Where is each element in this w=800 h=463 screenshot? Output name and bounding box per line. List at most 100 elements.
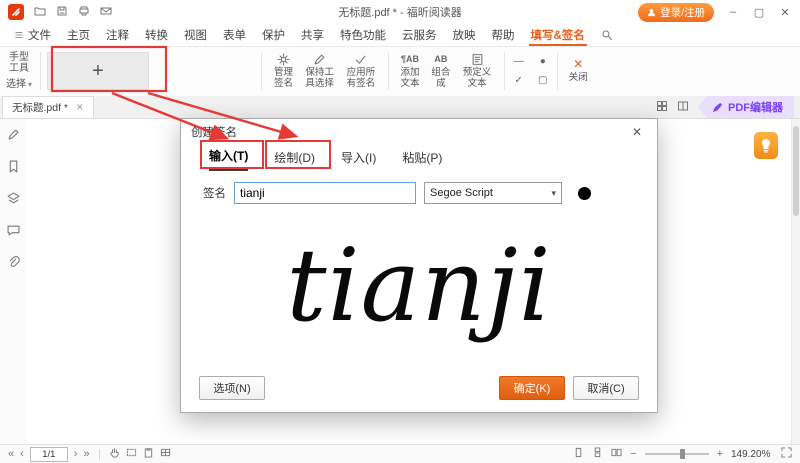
ribbon-divider bbox=[40, 52, 41, 90]
last-page-button[interactable]: » bbox=[83, 449, 89, 460]
menu-label: 转换 bbox=[145, 27, 168, 43]
dialog-title: 创建签名 bbox=[191, 124, 237, 140]
snapshot-tool-icon[interactable] bbox=[126, 447, 137, 461]
zoom-in-button[interactable]: + bbox=[717, 449, 723, 460]
chevron-down-icon: ▾ bbox=[28, 80, 32, 89]
search-icon[interactable] bbox=[593, 24, 621, 46]
zoom-slider[interactable] bbox=[645, 453, 709, 455]
tab-paste[interactable]: 粘贴(P) bbox=[402, 149, 442, 171]
pdf-editor-button[interactable]: PDF编辑器 bbox=[698, 96, 794, 118]
menu-tab-share[interactable]: 共享 bbox=[293, 24, 332, 46]
menu-label: 云服务 bbox=[402, 27, 437, 43]
attachment-panel-icon[interactable] bbox=[7, 256, 20, 272]
ribbon-divider bbox=[261, 52, 262, 90]
vertical-scrollbar[interactable] bbox=[791, 118, 800, 445]
ok-button[interactable]: 确定(K) bbox=[499, 376, 565, 400]
add-signature-button[interactable]: + bbox=[47, 52, 149, 90]
close-window-button[interactable]: ✕ bbox=[778, 6, 792, 19]
options-button[interactable]: 选项(N) bbox=[199, 376, 265, 400]
print-icon[interactable] bbox=[78, 5, 90, 20]
close-ribbon-button[interactable]: ✕ 关闭 bbox=[564, 56, 593, 86]
page-indicator[interactable]: 1/1 bbox=[30, 447, 68, 462]
menu-tab-form[interactable]: 表单 bbox=[215, 24, 254, 46]
first-page-button[interactable]: « bbox=[8, 449, 14, 460]
menu-tab-home[interactable]: 主页 bbox=[59, 24, 98, 46]
grid-tool-icon[interactable] bbox=[160, 447, 171, 461]
menu-label: 帮助 bbox=[492, 27, 515, 43]
two-page-view-icon[interactable] bbox=[611, 447, 622, 461]
predefined-text-label: 预定义文本 bbox=[461, 68, 492, 90]
cancel-button[interactable]: 取消(C) bbox=[573, 376, 639, 400]
stamp-check-button[interactable]: ✓ bbox=[515, 75, 523, 86]
select-tool-button[interactable]: 选择 ▾ bbox=[6, 79, 32, 91]
menu-tab-cloud[interactable]: 云服务 bbox=[394, 24, 445, 46]
predefined-text-button[interactable]: 预定义文本 bbox=[456, 51, 497, 92]
document-tab[interactable]: 无标题.pdf * ✕ bbox=[2, 96, 94, 118]
menu-tab-protect[interactable]: 保护 bbox=[254, 24, 293, 46]
menu-label: 填写&签名 bbox=[531, 27, 585, 43]
close-icon: ✕ bbox=[573, 58, 583, 71]
maximize-button[interactable]: ▢ bbox=[752, 6, 766, 19]
save-icon[interactable] bbox=[56, 5, 68, 20]
menu-tab-comment[interactable]: 注释 bbox=[98, 24, 137, 46]
comment-panel-icon[interactable] bbox=[7, 224, 20, 240]
signature-name-input[interactable] bbox=[234, 182, 416, 204]
split-view-icon[interactable] bbox=[677, 100, 689, 115]
menu-label: 保护 bbox=[262, 27, 285, 43]
menu-tab-convert[interactable]: 转换 bbox=[137, 24, 176, 46]
navigation-rail bbox=[0, 118, 27, 445]
stamp-line-button[interactable]: — bbox=[514, 56, 524, 67]
quick-access-toolbar bbox=[8, 4, 112, 20]
titlebar-right: 登录/注册 – ▢ ✕ bbox=[638, 3, 792, 22]
statusbar-right: − + 149.20% bbox=[573, 447, 792, 461]
tab-list-icon[interactable] bbox=[656, 100, 668, 115]
zoom-level[interactable]: 149.20% bbox=[731, 449, 773, 460]
dialog-tabs: 输入(T) 绘制(D) 导入(I) 粘贴(P) bbox=[181, 145, 657, 171]
stamp-rect-button[interactable]: ▢ bbox=[538, 75, 547, 86]
titlebar: 无标题.pdf * - 福昕阅读器 登录/注册 – ▢ ✕ bbox=[0, 0, 800, 25]
bookmark-panel-icon[interactable] bbox=[7, 160, 20, 176]
zoom-slider-thumb[interactable] bbox=[680, 449, 685, 459]
apply-all-signatures-button[interactable]: 应用所有签名 bbox=[340, 51, 381, 92]
tab-type[interactable]: 输入(T) bbox=[209, 147, 248, 171]
tab-close-icon[interactable]: ✕ bbox=[76, 102, 84, 113]
mail-icon[interactable] bbox=[100, 5, 112, 20]
single-page-view-icon[interactable] bbox=[573, 447, 584, 461]
layers-panel-icon[interactable] bbox=[7, 192, 20, 208]
signature-color-swatch[interactable] bbox=[578, 187, 591, 200]
open-folder-icon[interactable] bbox=[34, 5, 46, 20]
hand-tool-button[interactable]: 手型工具 bbox=[8, 52, 30, 75]
create-signature-dialog: 创建签名 ✕ 输入(T) 绘制(D) 导入(I) 粘贴(P) 签名 Segoe … bbox=[180, 118, 658, 413]
menu-tab-features[interactable]: 特色功能 bbox=[332, 24, 394, 46]
stamp-dot-button[interactable]: ● bbox=[540, 56, 546, 67]
assistant-lightbulb-button[interactable] bbox=[754, 132, 778, 159]
menu-tab-view[interactable]: 视图 bbox=[176, 24, 215, 46]
hand-tool-status-icon[interactable] bbox=[109, 447, 120, 461]
add-text-button[interactable]: ¶AB 添加文本 bbox=[395, 51, 426, 92]
continuous-view-icon[interactable] bbox=[592, 447, 603, 461]
menu-label: 放映 bbox=[453, 27, 476, 43]
fullscreen-icon[interactable] bbox=[781, 447, 792, 461]
manage-signature-button[interactable]: 管理签名 bbox=[268, 51, 299, 92]
tab-import[interactable]: 导入(I) bbox=[341, 149, 376, 171]
combine-button[interactable]: AB 组合成 bbox=[425, 51, 456, 92]
font-select[interactable]: Segoe Script ▾ bbox=[424, 182, 562, 204]
zoom-out-button[interactable]: − bbox=[630, 449, 636, 460]
next-page-button[interactable]: › bbox=[74, 449, 78, 460]
prev-page-button[interactable]: ‹ bbox=[20, 449, 24, 460]
menu-tab-fill-sign[interactable]: 填写&签名 bbox=[523, 24, 593, 46]
tab-draw[interactable]: 绘制(D) bbox=[274, 149, 315, 171]
hand-tool-label: 手型工具 bbox=[8, 52, 30, 75]
dialog-close-icon[interactable]: ✕ bbox=[627, 125, 647, 139]
clipboard-tool-icon[interactable] bbox=[143, 447, 154, 461]
menu-tab-help[interactable]: 帮助 bbox=[484, 24, 523, 46]
menu-label: 共享 bbox=[301, 27, 324, 43]
menu-tab-present[interactable]: 放映 bbox=[445, 24, 484, 46]
menu-file[interactable]: 文件 bbox=[6, 24, 59, 46]
annotate-panel-icon[interactable] bbox=[7, 128, 20, 144]
keep-tool-selected-button[interactable]: 保持工具选择 bbox=[299, 51, 340, 92]
scrollbar-thumb[interactable] bbox=[793, 126, 799, 216]
foxit-logo bbox=[8, 4, 24, 20]
minimize-button[interactable]: – bbox=[726, 6, 740, 18]
login-register-button[interactable]: 登录/注册 bbox=[638, 3, 714, 22]
